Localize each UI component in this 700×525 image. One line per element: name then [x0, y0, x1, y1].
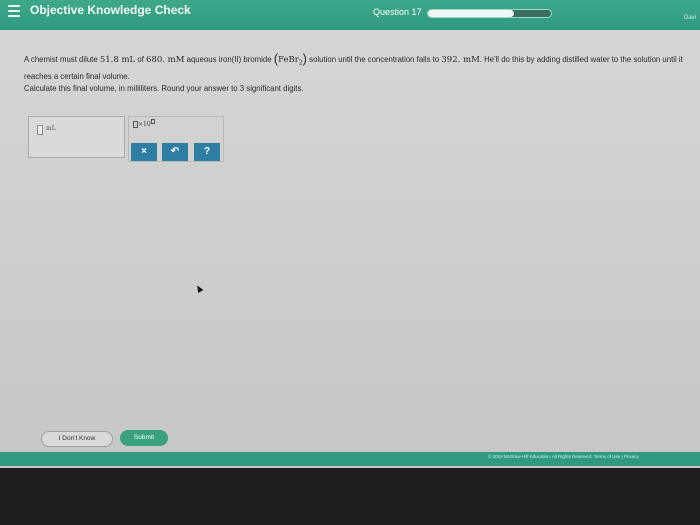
user-name[interactable]: Davi [684, 15, 696, 21]
footer-copyright[interactable]: © 2019 McGraw-Hill Education. All Rights… [488, 454, 639, 459]
final-concentration: 392. mM [441, 55, 480, 65]
answer-input[interactable] [37, 125, 43, 135]
initial-volume: 51.8 mL [99, 55, 136, 65]
problem-text: of [135, 55, 147, 64]
problem-text: aqueous iron(II) bromide [184, 55, 274, 64]
problem-text: solution until the concentration falls t… [307, 55, 442, 64]
mouse-cursor-icon [194, 283, 204, 294]
clear-button[interactable]: × [131, 143, 157, 161]
problem-text: A chemist must dilute [24, 55, 100, 64]
top-bar: Objective Knowledge Check Question 17 Da… [0, 0, 700, 30]
answer-area: mL [28, 116, 125, 158]
sci-exponent-icon [150, 119, 155, 124]
answer-unit: mL [46, 125, 56, 132]
screen: Objective Knowledge Check Question 17 Da… [0, 0, 700, 468]
help-button[interactable]: ? [194, 143, 220, 161]
question-number: Question 17 [373, 7, 422, 17]
progress-fill [428, 10, 515, 17]
dont-know-button[interactable]: I Don't Know [41, 431, 113, 447]
problem-statement: A chemist must dilute 51.8 mL of 680. mM… [24, 52, 684, 83]
sci-label: ×10 [138, 121, 151, 128]
undo-button[interactable]: ↶ [162, 143, 188, 161]
footer-bar: © 2019 McGraw-Hill Education. All Rights… [0, 452, 700, 466]
hamburger-menu-icon[interactable] [8, 5, 20, 17]
submit-button[interactable]: Submit [120, 430, 168, 446]
initial-concentration: 680. mM [146, 55, 185, 65]
instruction-text: Calculate this final volume, in millilit… [24, 84, 304, 93]
app-title: Objective Knowledge Check [30, 3, 191, 17]
scientific-notation-button[interactable]: ×10 [133, 119, 159, 135]
tool-panel: ×10 × ↶ ? [128, 116, 224, 162]
progress-bar [427, 9, 552, 18]
chemical-formula: FeBr [278, 55, 299, 65]
